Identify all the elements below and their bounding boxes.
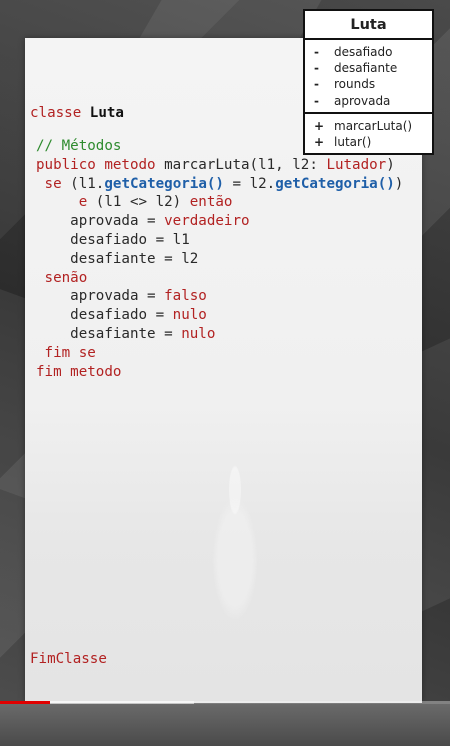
param-type: Lutador — [326, 156, 387, 173]
uml-attribute: - rounds — [314, 76, 432, 92]
assign-aprovada-false: aprovada = — [70, 288, 165, 305]
uml-attribute: - desafiado — [314, 44, 432, 60]
uml-class-diagram: Luta - desafiado - desafiante - rounds - apr… — [303, 9, 434, 156]
uml-methods: + marcarLuta() + lutar() — [305, 111, 432, 153]
and-cond: (l1 <> l2) — [87, 194, 190, 211]
uml-method: + marcarLuta() — [314, 118, 432, 134]
private-symbol: - — [314, 93, 319, 108]
uml-attribute-name: desafiante — [334, 61, 398, 76]
value-false: falso — [164, 288, 207, 305]
assign-desafiado: desafiado = l1 — [70, 231, 190, 248]
if-cond-a: (l1. — [61, 175, 105, 192]
code-comment: // Métodos — [36, 138, 122, 154]
code-block: classe Luta — [30, 104, 124, 123]
class-keyword: classe — [30, 105, 90, 121]
public-symbol: + — [314, 135, 325, 150]
assign-aprovada-true: aprovada = — [70, 213, 165, 230]
uml-attribute-name: desafiado — [334, 45, 393, 59]
end-class: FimClasse — [30, 650, 107, 669]
player-bottom-band — [0, 704, 450, 746]
assign-desafiante: desafiante = l2 — [70, 250, 199, 267]
if-keyword: se — [44, 175, 62, 192]
and-keyword: e — [78, 194, 88, 211]
uml-attribute: - desafiante — [314, 60, 432, 76]
end-class-keyword: FimClasse — [30, 651, 107, 667]
uml-attributes: - desafiado - desafiante - rounds - aprovada — [305, 40, 432, 112]
method-code: // Métodos publico metodo marcarLuta(l1,… — [36, 137, 403, 381]
private-symbol: - — [314, 45, 319, 59]
uml-class-title: Luta — [305, 11, 432, 40]
call-getcategoria-1: getCategoria() — [104, 175, 224, 192]
uml-attribute-name: rounds — [334, 77, 376, 92]
value-null-2: nulo — [181, 325, 216, 342]
uml-attribute-name: aprovada — [334, 93, 391, 108]
method-signature-end: ) — [386, 156, 395, 173]
uml-attribute: - aprovada — [314, 93, 432, 109]
public-symbol: + — [314, 118, 325, 133]
if-cond-b: = l2. — [223, 175, 276, 192]
end-method-keyword: fim metodo — [36, 363, 122, 380]
value-null-1: nulo — [172, 307, 207, 324]
assign-desafiante-null: desafiante = — [70, 325, 182, 342]
if-cond-c: ) — [394, 175, 404, 192]
uml-method-name: marcarLuta() — [334, 118, 413, 133]
then-keyword: então — [189, 194, 233, 211]
private-symbol: - — [314, 77, 319, 92]
value-true: verdadeiro — [164, 213, 250, 230]
uml-method-name: lutar() — [334, 135, 372, 150]
end-if-keyword: fim se — [44, 344, 96, 361]
method-keyword: publico metodo — [36, 156, 156, 173]
call-getcategoria-2: getCategoria() — [275, 175, 395, 192]
method-signature: marcarLuta(l1, l2: — [155, 156, 327, 173]
else-keyword: senão — [44, 269, 88, 286]
background-figure — [195, 450, 275, 650]
uml-method: + lutar() — [314, 134, 432, 150]
assign-desafiado-null: desafiado = — [70, 307, 173, 324]
class-name: Luta — [89, 105, 124, 121]
private-symbol: - — [314, 61, 319, 76]
